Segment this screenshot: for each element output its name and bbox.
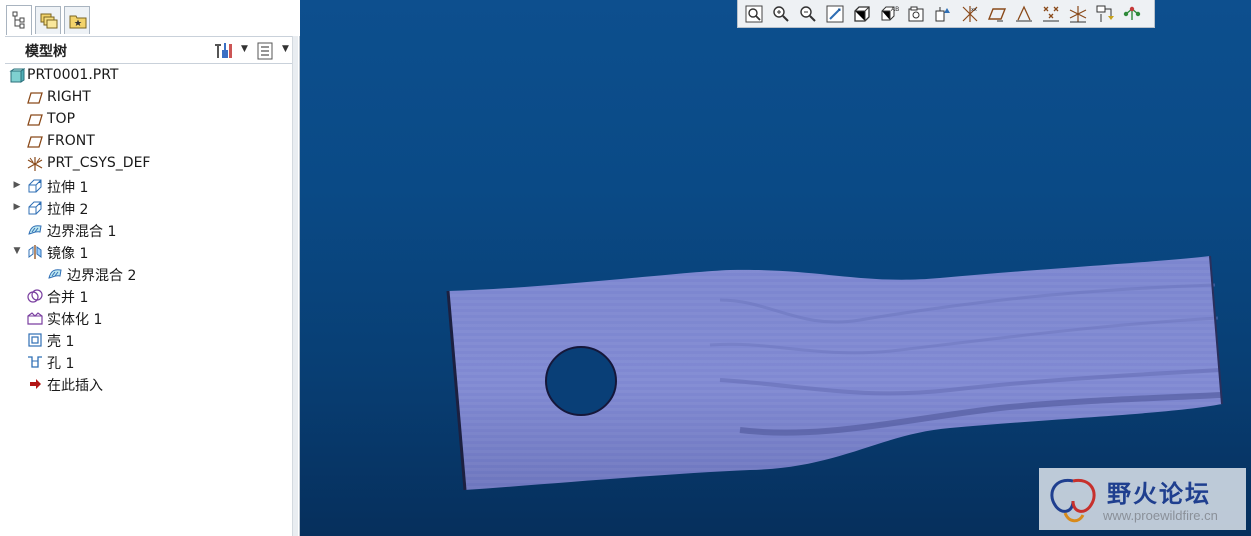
datum-plane-icon bbox=[27, 136, 43, 148]
expand-arrow-icon[interactable]: ▶ bbox=[11, 201, 23, 213]
tab-layers[interactable] bbox=[35, 6, 61, 34]
tree-item-label: 合并 1 bbox=[47, 290, 89, 306]
tree-item-label: 镜像 1 bbox=[47, 246, 89, 262]
3d-part-model[interactable] bbox=[300, 0, 1251, 536]
list-icon bbox=[257, 42, 273, 60]
datum-plane-icon bbox=[27, 92, 43, 104]
merge-icon bbox=[27, 289, 43, 303]
tree-item-front[interactable]: FRONT bbox=[5, 131, 293, 153]
expand-arrow-icon[interactable]: ▶ bbox=[11, 179, 23, 191]
tab-model-tree[interactable] bbox=[6, 5, 32, 35]
tree-item-extrude-2[interactable]: ▶ 拉伸 2 bbox=[5, 197, 293, 219]
model-tree-title: 模型树 bbox=[25, 44, 67, 60]
tree-item-label: TOP bbox=[47, 111, 76, 127]
watermark-url: www.proewildfire.cn bbox=[1103, 508, 1218, 523]
tree-item-label: 壳 1 bbox=[47, 334, 75, 350]
mirror-icon bbox=[28, 245, 42, 259]
tree-settings-button[interactable] bbox=[212, 41, 234, 61]
boundary-blend-icon bbox=[28, 225, 42, 235]
tree-item-label: PRT0001.PRT bbox=[27, 67, 119, 83]
tree-item-extrude-1[interactable]: ▶ 拉伸 1 bbox=[5, 175, 293, 197]
tree-item-label: 边界混合 2 bbox=[67, 268, 137, 284]
panel-scrollbar[interactable] bbox=[292, 36, 298, 536]
tree-item-label: 在此插入 bbox=[47, 378, 103, 394]
tree-item-boundary-blend-2[interactable]: 边界混合 2 bbox=[5, 263, 293, 285]
tree-item-mirror-1[interactable]: ▼ 镜像 1 bbox=[5, 241, 293, 263]
csys-icon bbox=[27, 157, 43, 171]
tools-icon bbox=[215, 43, 232, 58]
boundary-blend-icon bbox=[48, 269, 62, 279]
tree-item-label: 孔 1 bbox=[47, 356, 75, 372]
extrude-icon bbox=[28, 179, 42, 193]
tree-item-hole-1[interactable]: 孔 1 bbox=[5, 351, 293, 373]
tree-item-label: PRT_CSYS_DEF bbox=[47, 155, 151, 171]
tree-item-label: RIGHT bbox=[47, 89, 91, 105]
tree-item-label: FRONT bbox=[47, 133, 95, 149]
chevron-down-icon[interactable]: ▼ bbox=[282, 44, 289, 54]
part-icon bbox=[9, 68, 25, 83]
tree-item-label: 拉伸 2 bbox=[47, 202, 89, 218]
tree-show-button[interactable] bbox=[256, 41, 274, 61]
solidify-icon bbox=[27, 312, 43, 325]
model-tree-header: 模型树 ▼ ▼ bbox=[5, 36, 294, 64]
shell-icon bbox=[28, 333, 42, 347]
forum-watermark: 野火论坛 www.proewildfire.cn bbox=[1039, 468, 1246, 530]
insert-here-icon bbox=[30, 379, 41, 389]
layers-icon bbox=[40, 13, 58, 29]
panel-tabstrip bbox=[0, 0, 300, 36]
tree-item-part[interactable]: PRT0001.PRT bbox=[5, 65, 293, 87]
tree-item-top[interactable]: TOP bbox=[5, 109, 293, 131]
tree-item-csys[interactable]: PRT_CSYS_DEF bbox=[5, 153, 293, 175]
forum-logo-icon bbox=[1050, 478, 1096, 523]
hole-icon bbox=[28, 356, 42, 368]
tree-item-insert-here[interactable]: 在此插入 bbox=[5, 373, 293, 395]
tree-item-shell-1[interactable]: 壳 1 bbox=[5, 329, 293, 351]
favorites-icon bbox=[69, 15, 87, 29]
tree-item-label: 边界混合 1 bbox=[47, 224, 117, 240]
watermark-title: 野火论坛 bbox=[1107, 480, 1211, 508]
tree-item-merge-1[interactable]: 合并 1 bbox=[5, 285, 293, 307]
chevron-down-icon[interactable]: ▼ bbox=[241, 44, 248, 54]
tree-item-boundary-blend-1[interactable]: 边界混合 1 bbox=[5, 219, 293, 241]
tab-favorites[interactable] bbox=[64, 6, 90, 34]
tree-item-label: 实体化 1 bbox=[47, 312, 103, 328]
datum-plane-icon bbox=[27, 114, 43, 126]
model-tree-panel: 模型树 ▼ ▼ PRT0001.PRT RIGHT TOP FRONT PRT_… bbox=[0, 0, 300, 536]
tree-item-solidify-1[interactable]: 实体化 1 bbox=[5, 307, 293, 329]
graphics-viewport[interactable]: AB xx 野火论坛 www.proewildfire.cn bbox=[300, 0, 1251, 536]
tree-item-label: 拉伸 1 bbox=[47, 180, 89, 196]
collapse-arrow-icon[interactable]: ▼ bbox=[11, 245, 23, 257]
hole-feature bbox=[545, 346, 617, 416]
extrude-icon bbox=[28, 201, 42, 215]
model-tree-icon bbox=[12, 11, 25, 29]
tree-item-right[interactable]: RIGHT bbox=[5, 87, 293, 109]
